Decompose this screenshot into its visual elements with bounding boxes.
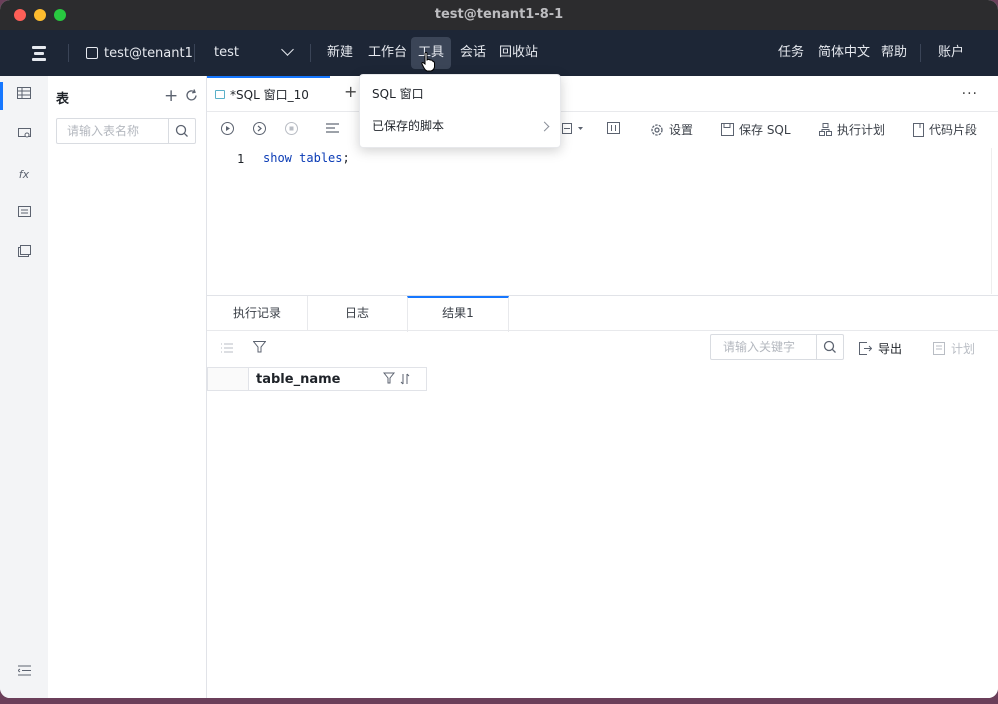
editor-tabs: *SQL 窗口_10 + ··· [207,76,998,112]
editor-toolbar: 设置 保存 SQL 执行计划 代码片段 [207,112,998,146]
more-icon[interactable]: ··· [962,86,978,102]
export-button[interactable]: 导出 [859,340,902,357]
result-grid: table_name [207,367,427,391]
filter-icon[interactable] [252,341,267,354]
chevron-right-icon [539,121,550,132]
menu-sessions[interactable]: 会话 [460,43,486,63]
connection-icon [86,47,98,59]
maximize-window-button[interactable] [54,9,66,21]
menu-item-sql-window[interactable]: SQL 窗口 [360,78,560,110]
left-icon-rail: fx [0,76,49,698]
database-name: test [214,45,239,60]
export-icon [859,342,872,355]
run-current-icon[interactable] [253,122,266,135]
save-sql-label: 保存 SQL [739,123,791,137]
top-navigation: test@tenant1 test 新建 工作台 工具 会话 回收站 任务 简体… [0,30,998,76]
settings-button[interactable]: 设置 [650,121,693,138]
tab-execution-log[interactable]: 执行记录 [207,296,308,330]
result-toolbar: 导出 计划 [207,330,998,366]
stop-icon[interactable] [285,122,298,135]
app-window: test@tenant1-8-1 test@tenant1 test 新建 工作… [0,0,998,698]
gear-icon [651,123,663,136]
list-icon[interactable] [221,342,234,355]
tab-sql-label: *SQL 窗口_10 [230,88,309,102]
chevron-down-icon [281,43,294,56]
database-select[interactable]: test [214,43,294,63]
export-label: 导出 [878,342,903,356]
view-icon[interactable] [14,126,34,146]
table-panel: 表 + [48,76,207,698]
plan-button[interactable]: 计划 [933,340,975,357]
result-search-input[interactable] [721,335,821,359]
code-semicolon: ; [342,151,350,165]
collapse-menu-icon[interactable] [14,663,34,683]
table-panel-title: 表 [56,92,70,107]
execution-plan-label: 执行计划 [837,123,886,137]
plan-label: 计划 [951,342,976,356]
line-number: 1 [237,152,245,166]
saved-scripts-label: 已保存的脚本 [372,119,445,133]
tab-sql-window[interactable]: *SQL 窗口_10 [207,76,330,111]
format-icon[interactable] [326,122,339,135]
code-keyword-show: show [263,151,292,165]
code-keyword-tables: tables [299,151,343,165]
refresh-icon[interactable] [185,89,198,106]
sql-editor[interactable]: 1 show tables; [207,148,988,294]
code-snippets-button[interactable]: 代码片段 [913,121,977,138]
run-icon[interactable] [221,122,234,135]
table-search-input[interactable] [65,119,169,143]
sql-window-icon [215,90,225,99]
add-icon[interactable]: + [164,86,178,106]
menu-help[interactable]: 帮助 [881,43,907,63]
table-search-box [56,118,196,144]
column-actions [382,372,413,389]
minimize-window-button[interactable] [34,9,46,21]
window-title: test@tenant1-8-1 [434,7,564,22]
table-icon[interactable] [14,86,34,106]
tab-log[interactable]: 日志 [307,296,408,330]
column-header-table-name[interactable]: table_name [256,372,340,387]
template-dropdown-icon[interactable] [562,122,583,135]
execution-plan-button[interactable]: 执行计划 [819,121,885,138]
app-logo-icon[interactable] [32,44,50,62]
hand-cursor-icon [421,52,435,72]
new-tab-icon[interactable]: + [344,82,357,101]
row-index-header [208,368,249,390]
menu-tasks[interactable]: 任务 [778,43,804,63]
menu-item-saved-scripts[interactable]: 已保存的脚本 [360,110,560,142]
menu-recycle-bin[interactable]: 回收站 [499,43,538,63]
plan-icon [819,123,832,136]
menu-workbench[interactable]: 工作台 [368,43,407,63]
tools-dropdown-menu: SQL 窗口 已保存的脚本 [359,74,561,148]
close-window-button[interactable] [14,9,26,21]
code-snippets-label: 代码片段 [929,123,978,137]
search-icon[interactable] [816,335,843,359]
tab-result-1[interactable]: 结果1 [407,296,509,332]
search-icon[interactable] [168,119,195,143]
function-icon[interactable]: fx [14,165,34,185]
connection-name: test@tenant1 [104,45,193,61]
menu-new[interactable]: 新建 [327,43,353,63]
menu-account[interactable]: 账户 [938,43,964,63]
plan-doc-icon [933,342,945,355]
rail-active-indicator [0,82,3,110]
save-sql-button[interactable]: 保存 SQL [721,121,791,138]
result-tabs: 执行记录 日志 结果1 [207,295,998,332]
code-line: show tables; [263,151,350,165]
menu-language[interactable]: 简体中文 [818,43,870,63]
title-bar: test@tenant1-8-1 [0,0,998,30]
panel-icon[interactable] [607,122,620,135]
sequence-icon[interactable] [14,244,34,264]
snippet-icon [913,122,924,137]
editor-scrollbar[interactable] [991,148,998,294]
procedure-icon[interactable] [14,204,34,224]
connection-selector[interactable]: test@tenant1 [86,43,193,63]
save-icon [721,123,734,136]
editor-area: *SQL 窗口_10 + ··· 设置 保存 SQL 执行计划 代码片段 1 s… [207,76,998,698]
result-search-box [710,334,844,360]
column-filter-icon [382,372,396,384]
settings-label: 设置 [669,123,694,137]
